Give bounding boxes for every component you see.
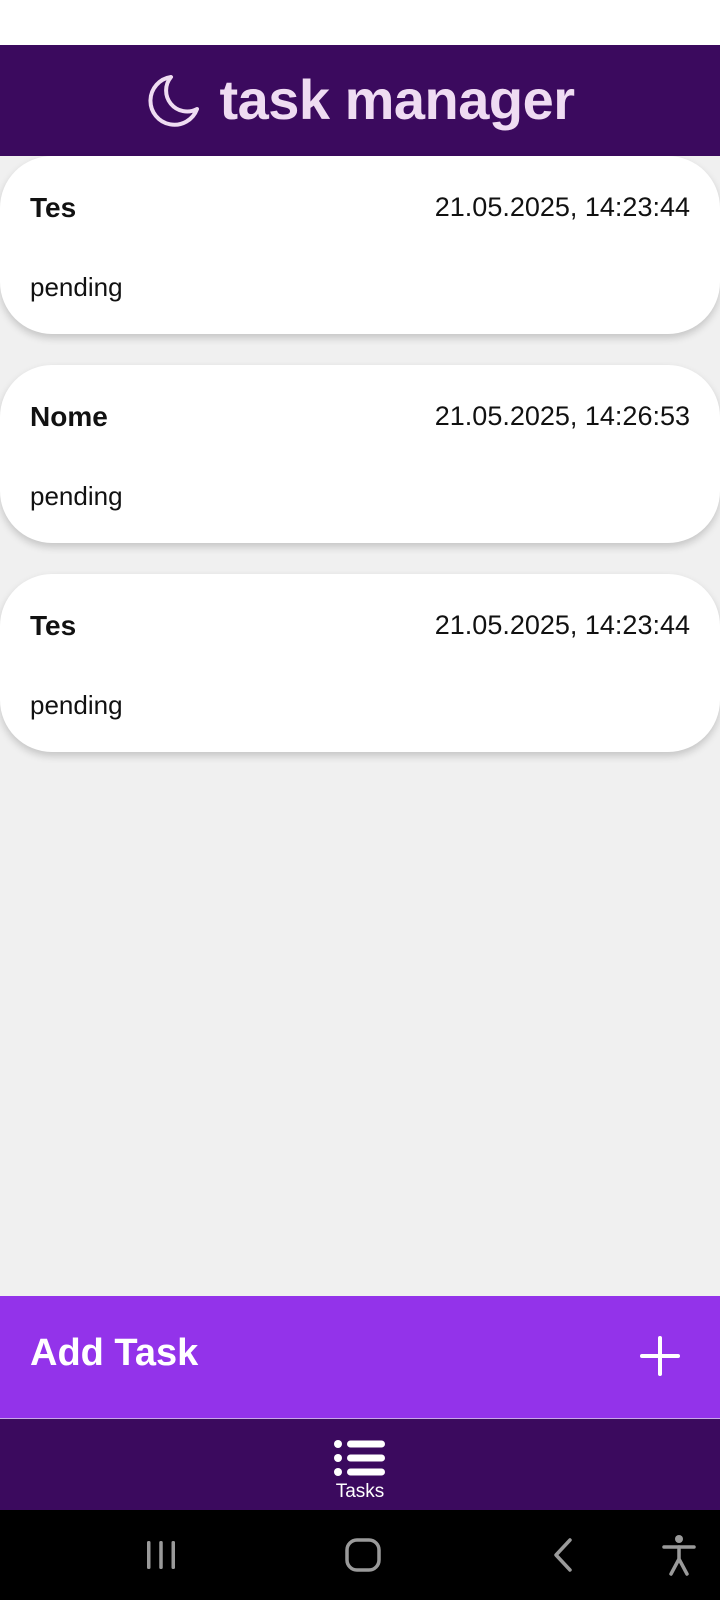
add-task-label: Add Task	[30, 1332, 199, 1374]
task-status: pending	[30, 690, 123, 720]
system-nav-bar	[0, 1510, 720, 1600]
recent-apps-icon[interactable]	[138, 1532, 184, 1578]
plus-icon[interactable]	[640, 1336, 680, 1376]
list-icon	[334, 1439, 386, 1477]
status-bar	[0, 0, 720, 45]
task-status: pending	[30, 481, 123, 511]
task-name: Tes	[30, 610, 77, 641]
tab-tasks-label: Tasks	[335, 1481, 385, 1502]
back-icon[interactable]	[540, 1532, 586, 1578]
task-date: 21.05.2025, 14:26:53	[434, 401, 690, 431]
task-card[interactable]: Tes 21.05.2025, 14:23:44 pending	[0, 156, 720, 334]
task-card[interactable]: Nome 21.05.2025, 14:26:53 pending	[0, 365, 720, 543]
add-task-button[interactable]: Add Task	[0, 1296, 720, 1418]
task-date: 21.05.2025, 14:23:44	[434, 192, 690, 222]
page-title: task manager	[219, 67, 575, 131]
task-name: Nome	[30, 401, 108, 432]
moon-icon	[145, 73, 201, 129]
task-name: Tes	[30, 192, 77, 223]
task-date: 21.05.2025, 14:23:44	[434, 610, 690, 640]
tab-tasks[interactable]: Tasks	[310, 1439, 410, 1505]
bottom-nav: Tasks	[0, 1418, 720, 1510]
task-card[interactable]: Tes 21.05.2025, 14:23:44 pending	[0, 574, 720, 752]
accessibility-icon[interactable]	[656, 1532, 702, 1578]
task-status: pending	[30, 272, 123, 302]
home-icon[interactable]	[340, 1532, 386, 1578]
app-header: task manager	[0, 45, 720, 156]
